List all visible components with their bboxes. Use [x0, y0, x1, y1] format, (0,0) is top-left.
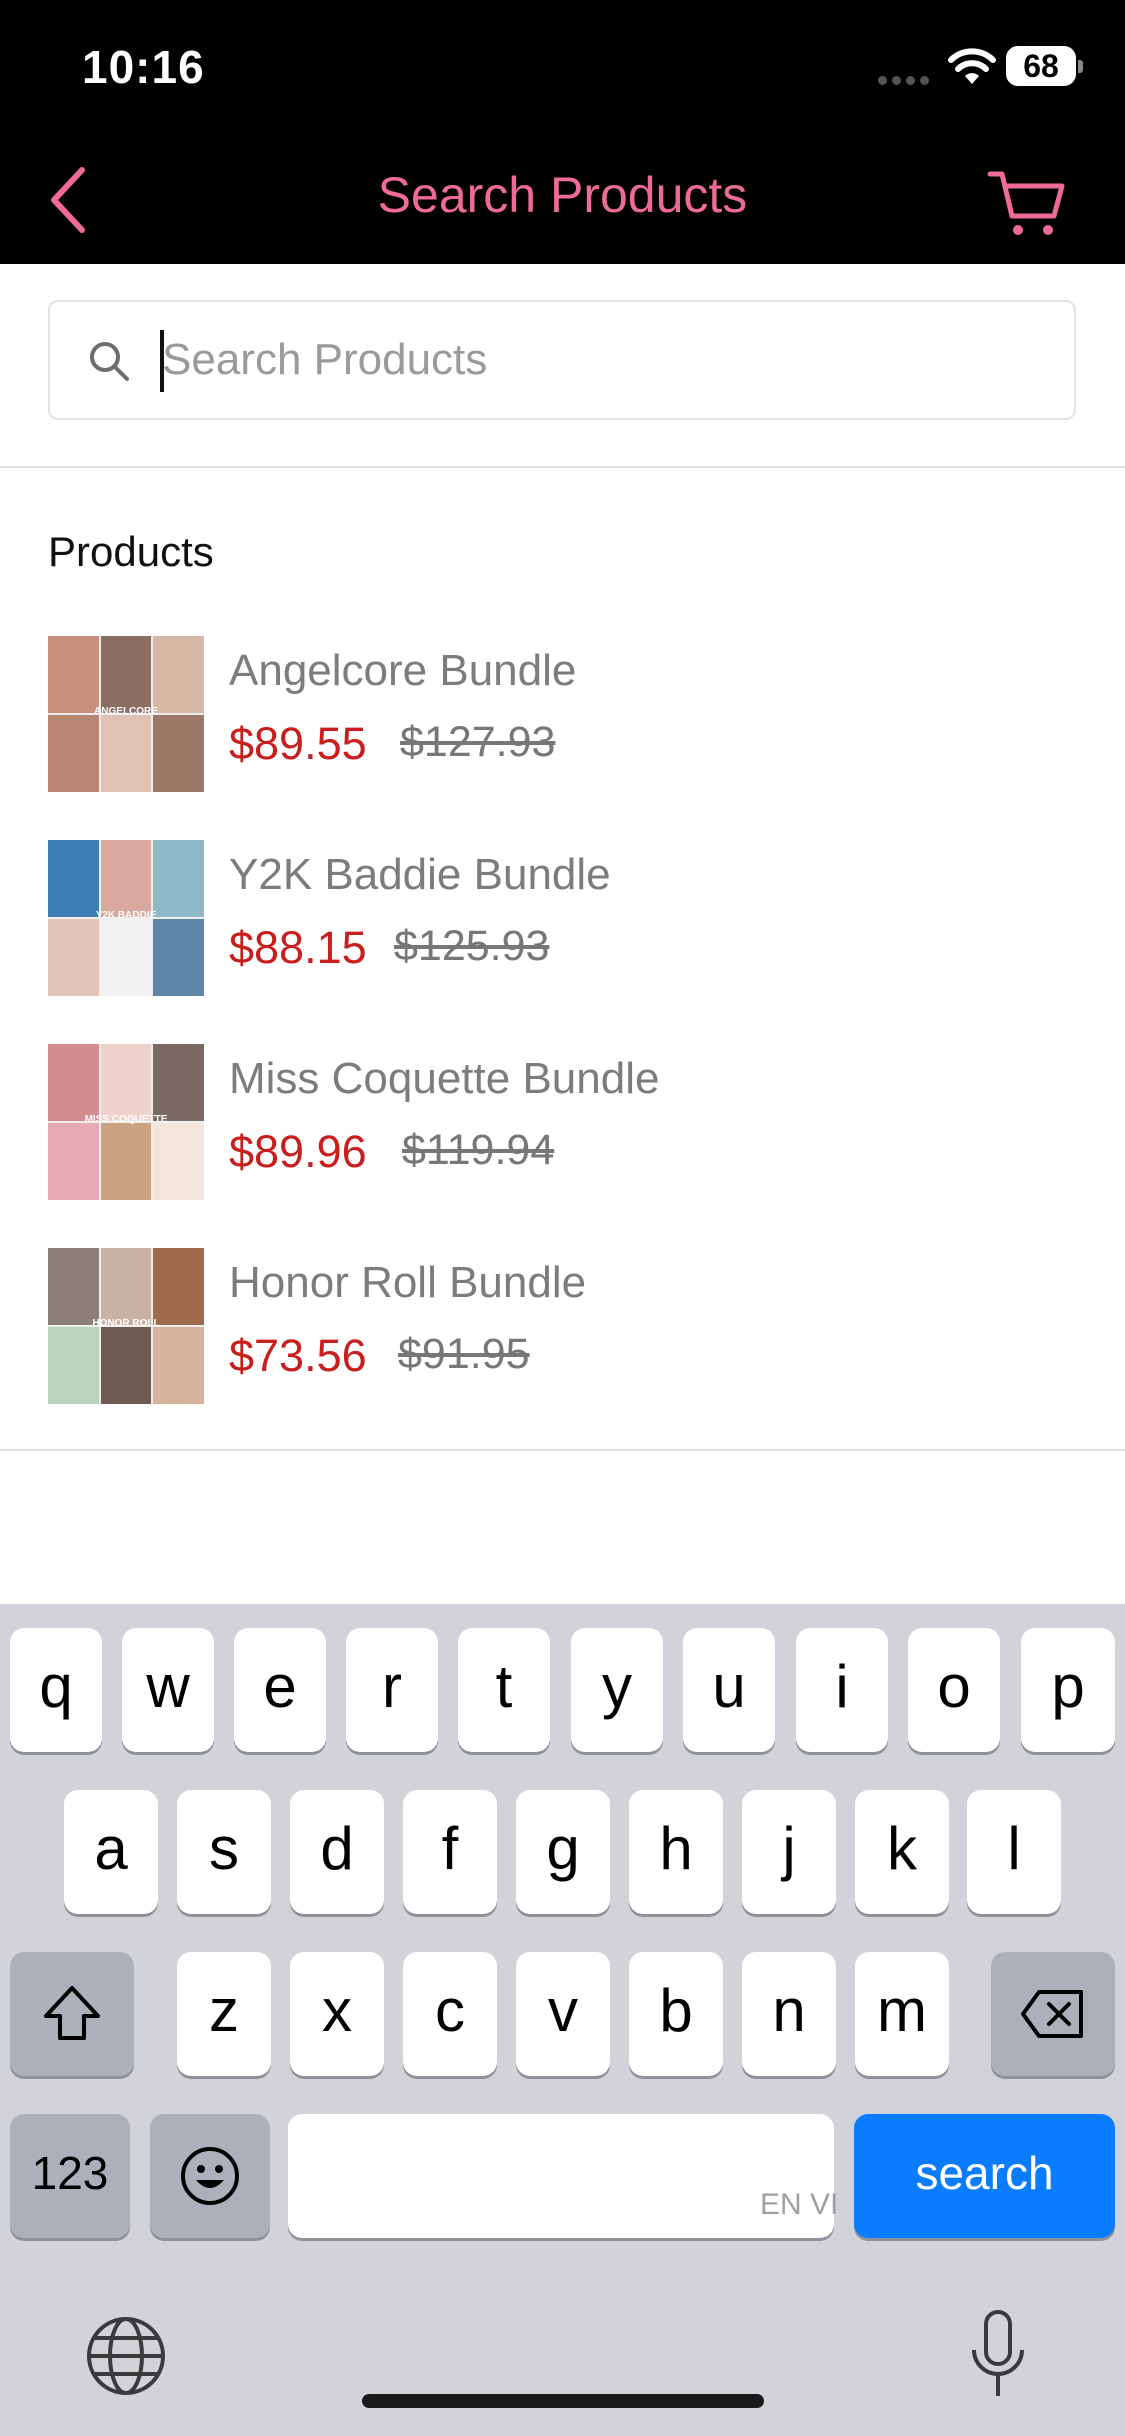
emoji-key[interactable] — [150, 2114, 270, 2238]
globe-icon[interactable] — [84, 2314, 168, 2398]
key-x[interactable]: x — [290, 1952, 384, 2076]
product-name: Miss Coquette Bundle — [229, 1054, 660, 1103]
wifi-icon — [948, 48, 996, 84]
product-name: Honor Roll Bundle — [229, 1258, 587, 1307]
product-name: Y2K Baddie Bundle — [229, 850, 611, 899]
product-price: $89.55 — [229, 718, 367, 769]
key-f[interactable]: f — [403, 1790, 497, 1914]
search-box[interactable] — [48, 300, 1076, 420]
key-u[interactable]: u — [683, 1628, 775, 1752]
key-t[interactable]: t — [458, 1628, 550, 1752]
product-original-price: $127.93 — [400, 718, 556, 766]
space-language-label: EN VI — [760, 2188, 839, 2221]
text-cursor — [160, 330, 164, 392]
products-heading: Products — [48, 528, 214, 575]
backspace-key[interactable] — [991, 1952, 1115, 2076]
key-p[interactable]: p — [1021, 1628, 1115, 1752]
key-i[interactable]: i — [796, 1628, 888, 1752]
product-item[interactable]: HONOR ROLL Honor Roll Bundle $73.56 $91.… — [48, 1248, 1078, 1404]
divider — [0, 466, 1125, 468]
key-a[interactable]: a — [64, 1790, 158, 1914]
product-item[interactable]: ANGELCORE Angelcore Bundle $89.55 $127.9… — [48, 636, 1078, 792]
key-s[interactable]: s — [177, 1790, 271, 1914]
status-time: 10:16 — [82, 41, 205, 93]
product-original-price: $91.95 — [398, 1330, 530, 1378]
search-icon — [90, 342, 129, 381]
keyboard: q w e r t y u i o p a s d f g h j k l z … — [0, 1604, 1125, 2436]
shift-icon — [44, 1986, 100, 2040]
key-z[interactable]: z — [177, 1952, 271, 2076]
cart-icon[interactable] — [986, 166, 1066, 238]
battery-icon: 68 — [1006, 46, 1083, 86]
microphone-icon[interactable] — [966, 2308, 1030, 2404]
key-y[interactable]: y — [571, 1628, 663, 1752]
cellular-signal-icon — [878, 72, 934, 86]
backspace-icon — [1021, 1990, 1083, 2038]
home-indicator[interactable] — [362, 2394, 764, 2408]
divider — [0, 1449, 1125, 1451]
search-key[interactable]: search — [854, 2114, 1115, 2238]
key-g[interactable]: g — [516, 1790, 610, 1914]
key-h[interactable]: h — [629, 1790, 723, 1914]
product-thumbnail: Y2K BADDIE — [48, 840, 204, 996]
key-v[interactable]: v — [516, 1952, 610, 2076]
product-item[interactable]: Y2K BADDIE Y2K Baddie Bundle $88.15 $125… — [48, 840, 1078, 996]
key-e[interactable]: e — [234, 1628, 326, 1752]
emoji-icon — [181, 2147, 239, 2205]
key-o[interactable]: o — [908, 1628, 1000, 1752]
product-thumbnail: MISS COQUETTE — [48, 1044, 204, 1200]
key-m[interactable]: m — [855, 1952, 949, 2076]
product-original-price: $119.94 — [402, 1126, 555, 1174]
product-name: Angelcore Bundle — [229, 646, 577, 695]
product-original-price: $125.93 — [394, 922, 550, 970]
key-l[interactable]: l — [967, 1790, 1061, 1914]
space-key[interactable] — [288, 2114, 834, 2238]
product-price: $88.15 — [229, 922, 367, 973]
key-q[interactable]: q — [10, 1628, 102, 1752]
search-input[interactable] — [162, 324, 1042, 396]
key-n[interactable]: n — [742, 1952, 836, 2076]
key-j[interactable]: j — [742, 1790, 836, 1914]
key-d[interactable]: d — [290, 1790, 384, 1914]
key-w[interactable]: w — [122, 1628, 214, 1752]
product-price: $73.56 — [229, 1330, 367, 1381]
page-title: Search Products — [377, 167, 748, 223]
key-c[interactable]: c — [403, 1952, 497, 2076]
product-price: $89.96 — [229, 1126, 367, 1177]
key-r[interactable]: r — [346, 1628, 438, 1752]
key-b[interactable]: b — [629, 1952, 723, 2076]
numbers-key[interactable]: 123 — [10, 2114, 130, 2238]
shift-key[interactable] — [10, 1952, 134, 2076]
product-thumbnail: HONOR ROLL — [48, 1248, 204, 1404]
product-thumbnail: ANGELCORE — [48, 636, 204, 792]
product-item[interactable]: MISS COQUETTE Miss Coquette Bundle $89.9… — [48, 1044, 1078, 1200]
key-k[interactable]: k — [855, 1790, 949, 1914]
